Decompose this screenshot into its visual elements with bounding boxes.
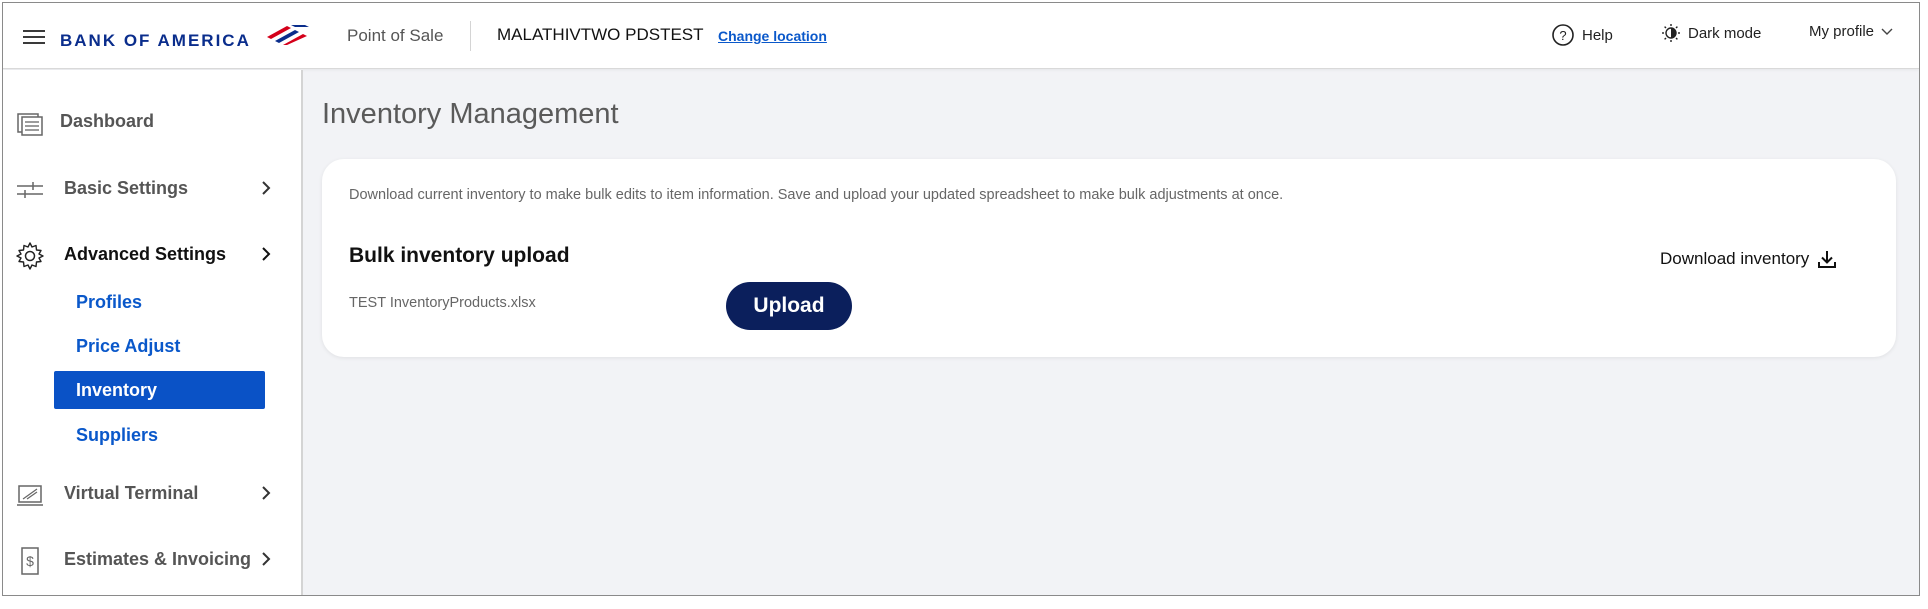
invoice-icon: $ [21,547,39,575]
terminal-icon [17,485,43,506]
bulk-upload-card: Download current inventory to make bulk … [322,159,1896,357]
download-icon [1818,251,1837,268]
help-icon: ? [1552,24,1574,46]
chevron-right-icon [262,247,271,261]
selected-file-name: TEST InventoryProducts.xlsx [349,295,536,311]
download-inventory-button[interactable]: Download inventory [1660,249,1837,269]
brand-logo-text: BANK OF AMERICA [60,31,251,50]
sliders-icon [17,182,43,198]
chevron-down-icon [1881,28,1893,35]
sidebar-item-dashboard[interactable]: Dashboard [3,96,303,146]
sidebar-item-virtual-terminal[interactable]: Virtual Terminal [3,468,303,518]
header-divider [470,21,471,51]
dark-mode-icon [1662,24,1680,42]
chevron-right-icon [262,552,271,566]
dark-mode-label: Dark mode [1688,24,1762,42]
dashboard-icon [17,113,43,136]
sidebar-item-label: Virtual Terminal [64,482,199,503]
product-label: Point of Sale [347,26,444,45]
sidebar-item-label: Advanced Settings [64,243,227,264]
svg-text:?: ? [1559,28,1566,43]
svg-text:$: $ [26,553,34,569]
location-name: MALATHIVTWO PDSTEST [497,25,704,44]
top-bar: BANK OF AMERICA Point of Sale MALATHIVTW… [3,3,1919,69]
sidebar-subitem-price-adjust[interactable]: Price Adjust [54,327,265,365]
sidebar-item-label: Estimates & Invoicing [64,548,252,569]
menu-icon[interactable] [23,30,47,46]
sidebar-subitem-profiles[interactable]: Profiles [54,283,265,321]
page-title: Inventory Management [322,98,619,130]
help-button[interactable]: ? Help [1551,23,1613,47]
chevron-right-icon [262,486,271,500]
sidebar-subitem-suppliers[interactable]: Suppliers [54,416,265,454]
sidebar-item-advanced-settings[interactable]: Advanced Settings [3,229,303,279]
gear-icon [16,242,44,270]
help-label: Help [1582,26,1613,44]
sidebar-subitem-inventory[interactable]: Inventory [54,371,265,409]
bank-flag-logo-icon [267,25,309,45]
sidebar-item-estimates-invoicing[interactable]: $ Estimates & Invoicing [3,534,303,584]
section-title: Bulk inventory upload [349,244,570,267]
chevron-right-icon [262,181,271,195]
sidebar-item-basic-settings[interactable]: Basic Settings [3,163,303,213]
profile-label: My profile [1809,23,1875,40]
my-profile-menu[interactable]: My profile [1809,23,1893,40]
card-description: Download current inventory to make bulk … [349,187,1284,203]
sidebar: Dashboard Basic Settings Advanced Settin… [3,70,303,595]
sidebar-item-label: Dashboard [60,110,155,131]
dark-mode-toggle[interactable]: Dark mode [1661,23,1761,43]
sidebar-item-label: Basic Settings [64,177,189,198]
change-location-link[interactable]: Change location [718,28,827,44]
app-window: BANK OF AMERICA Point of Sale MALATHIVTW… [2,2,1920,596]
download-label: Download inventory [1660,249,1810,268]
upload-button[interactable]: Upload [726,282,852,330]
